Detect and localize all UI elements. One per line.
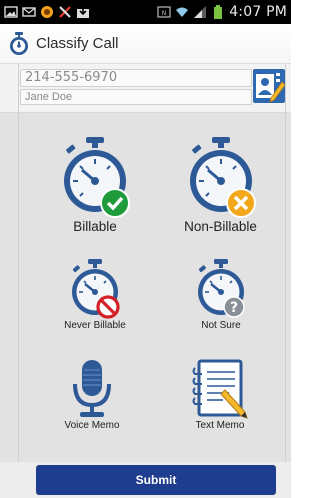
- app-title: Classify Call: [36, 35, 119, 52]
- mail-icon: [22, 7, 36, 17]
- left-divider: [18, 64, 19, 498]
- status-left-icons: [4, 5, 90, 19]
- screen: N 4:07 PM Classify Call 214-555-6970 Jan…: [0, 0, 291, 498]
- never-billable-button[interactable]: Never Billable: [52, 258, 138, 331]
- battery-icon: [214, 5, 223, 19]
- billable-label: Billable: [73, 219, 117, 234]
- contact-panel: 214-555-6970 Jane Doe: [0, 64, 291, 113]
- contact-edit-icon[interactable]: [252, 68, 286, 104]
- stopwatch-question-icon: ?: [198, 259, 245, 318]
- app-icon: [41, 6, 53, 18]
- text-memo-label: Text Memo: [195, 420, 245, 431]
- stopwatch-icon: [10, 31, 28, 55]
- notepad-icon: [192, 359, 248, 419]
- wifi-icon: [176, 7, 189, 17]
- billable-button[interactable]: Billable: [50, 135, 140, 234]
- download-icon: [77, 6, 89, 18]
- text-memo-button[interactable]: Text Memo: [180, 358, 260, 431]
- gallery-icon: [4, 6, 18, 18]
- signal-icon: [194, 6, 207, 18]
- name-field[interactable]: Jane Doe: [20, 89, 252, 105]
- phone-field[interactable]: 214-555-6970: [20, 69, 252, 87]
- tools-icon: [59, 6, 71, 18]
- voice-memo-button[interactable]: Voice Memo: [52, 358, 132, 431]
- not-sure-label: Not Sure: [201, 320, 241, 331]
- status-time: 4:07 PM: [229, 4, 287, 20]
- submit-button[interactable]: Submit: [36, 465, 276, 495]
- svg-text:N: N: [162, 10, 167, 17]
- right-divider: [285, 64, 286, 498]
- microphone-icon: [73, 360, 111, 417]
- status-right-icons: N 4:07 PM: [157, 4, 287, 20]
- stopwatch-x-icon: [189, 137, 256, 218]
- status-bar: N 4:07 PM: [0, 0, 291, 24]
- not-sure-button[interactable]: ? Not Sure: [178, 258, 264, 331]
- voice-memo-label: Voice Memo: [64, 420, 120, 431]
- stopwatch-check-icon: [64, 137, 130, 218]
- non-billable-label: Non-Billable: [184, 219, 257, 234]
- stopwatch-no-icon: [72, 259, 120, 319]
- svg-text:?: ?: [230, 300, 238, 316]
- nfc-icon: N: [157, 6, 171, 18]
- non-billable-button[interactable]: Non-Billable: [173, 135, 268, 234]
- app-header: Classify Call: [0, 24, 291, 64]
- never-billable-label: Never Billable: [64, 320, 126, 331]
